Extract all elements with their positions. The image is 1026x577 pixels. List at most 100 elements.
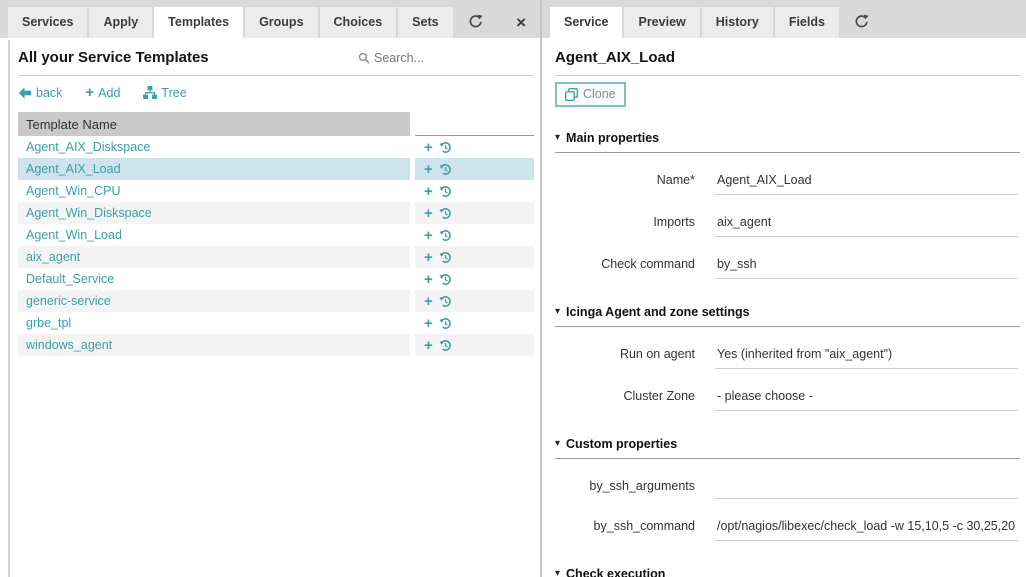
template-link[interactable]: Agent_AIX_Load <box>26 162 121 176</box>
history-icon[interactable] <box>439 251 452 264</box>
add-service-icon[interactable]: + <box>424 272 433 287</box>
table-body: Agent_AIX_Diskspace+Agent_AIX_Load+Agent… <box>18 136 534 356</box>
add-service-icon[interactable]: + <box>424 228 433 243</box>
template-link[interactable]: generic-service <box>26 294 111 308</box>
template-link[interactable]: aix_agent <box>26 250 80 264</box>
name-label: Name* <box>555 167 695 195</box>
add-service-icon[interactable]: + <box>424 250 433 265</box>
history-icon[interactable] <box>439 185 452 198</box>
table-row[interactable]: windows_agent + <box>18 334 534 356</box>
row-actions-cell: + <box>415 136 534 158</box>
row-actions-cell: + <box>415 246 534 268</box>
column-header-template-name[interactable]: Template Name <box>18 112 410 136</box>
history-icon[interactable] <box>439 229 452 242</box>
section-agent-zone-settings: ▾ Icinga Agent and zone settings Run on … <box>555 305 1020 411</box>
icinga-director-app: Services Apply Templates Groups Choices … <box>0 0 1026 577</box>
history-icon[interactable] <box>439 295 452 308</box>
search-input[interactable] <box>374 51 456 65</box>
history-icon[interactable] <box>439 141 452 154</box>
cluster-zone-field[interactable]: - please choose - <box>715 383 1018 411</box>
template-link[interactable]: windows_agent <box>26 338 112 352</box>
by-ssh-arguments-field[interactable] <box>715 473 1018 499</box>
add-service-icon[interactable]: + <box>424 338 433 353</box>
template-name-cell: grbe_tpl <box>18 312 410 334</box>
refresh-icon[interactable] <box>854 14 869 29</box>
run-on-agent-field[interactable]: Yes (inherited from "aix_agent") <box>715 341 1018 369</box>
clone-button-label: Clone <box>583 87 616 101</box>
row-actions-cell: + <box>415 224 534 246</box>
table-row[interactable]: Agent_Win_Load + <box>18 224 534 246</box>
column-header-actions <box>415 112 534 136</box>
left-panel-content: All your Service Templates <box>0 38 540 356</box>
by-ssh-command-field[interactable]: /opt/nagios/libexec/check_load -w 15,10,… <box>715 513 1018 541</box>
history-icon[interactable] <box>439 339 452 352</box>
template-link[interactable]: Agent_Win_Load <box>26 228 122 242</box>
check-command-field[interactable]: by_ssh <box>715 251 1018 279</box>
check-command-label: Check command <box>555 251 695 279</box>
table-row[interactable]: Agent_AIX_Load + <box>18 158 534 180</box>
table-row[interactable]: grbe_tpl + <box>18 312 534 334</box>
tab-services[interactable]: Services <box>8 7 87 39</box>
template-title: Agent_AIX_Load <box>555 49 675 66</box>
by-ssh-arguments-label: by_ssh_arguments <box>555 473 695 499</box>
add-service-icon[interactable]: + <box>424 184 433 199</box>
template-link[interactable]: Agent_Win_Diskspace <box>26 206 152 220</box>
template-name-cell: Agent_AIX_Diskspace <box>18 136 410 158</box>
tab-choices[interactable]: Choices <box>320 7 397 39</box>
tree-icon <box>143 86 157 99</box>
collapse-caret-icon: ▾ <box>555 439 560 449</box>
tab-groups[interactable]: Groups <box>245 7 317 39</box>
table-row[interactable]: generic-service + <box>18 290 534 312</box>
add-link[interactable]: + Add <box>85 85 120 100</box>
add-service-icon[interactable]: + <box>424 140 433 155</box>
section-header-agent-zone-settings[interactable]: ▾ Icinga Agent and zone settings <box>555 305 1020 327</box>
template-link[interactable]: Agent_Win_CPU <box>26 184 121 198</box>
history-icon[interactable] <box>439 163 452 176</box>
tab-preview[interactable]: Preview <box>624 7 699 39</box>
close-icon[interactable]: × <box>516 14 526 31</box>
template-link[interactable]: Agent_AIX_Diskspace <box>26 140 150 154</box>
tab-apply[interactable]: Apply <box>89 7 152 39</box>
name-field[interactable]: Agent_AIX_Load <box>715 167 1018 195</box>
tab-service[interactable]: Service <box>550 7 622 42</box>
search-icon <box>358 52 370 64</box>
add-service-icon[interactable]: + <box>424 206 433 221</box>
tab-sets[interactable]: Sets <box>398 7 452 39</box>
tab-templates[interactable]: Templates <box>154 7 243 42</box>
back-arrow-icon <box>18 87 32 99</box>
left-toolbar: back + Add Tree <box>18 76 534 110</box>
section-header-custom-properties[interactable]: ▾ Custom properties <box>555 437 1020 459</box>
add-service-icon[interactable]: + <box>424 294 433 309</box>
add-service-icon[interactable]: + <box>424 316 433 331</box>
table-row[interactable]: Agent_Win_CPU + <box>18 180 534 202</box>
table-row[interactable]: Agent_Win_Diskspace + <box>18 202 534 224</box>
section-header-check-execution[interactable]: ▾ Check execution <box>555 567 1020 577</box>
section-header-main-properties[interactable]: ▾ Main properties <box>555 131 1020 153</box>
template-link[interactable]: grbe_tpl <box>26 316 71 330</box>
refresh-icon[interactable] <box>468 14 483 29</box>
history-icon[interactable] <box>439 317 452 330</box>
row-actions-cell: + <box>415 268 534 290</box>
section-custom-properties: ▾ Custom properties by_ssh_arguments by_… <box>555 437 1020 541</box>
table-row[interactable]: Default_Service + <box>18 268 534 290</box>
tab-history[interactable]: History <box>702 7 773 39</box>
section-main-properties: ▾ Main properties Name* Agent_AIX_Load I… <box>555 131 1020 279</box>
run-on-agent-label: Run on agent <box>555 341 695 369</box>
tree-link[interactable]: Tree <box>143 86 186 100</box>
clone-button[interactable]: Clone <box>555 82 626 107</box>
plus-icon: + <box>85 85 94 100</box>
tab-fields[interactable]: Fields <box>775 7 839 39</box>
by-ssh-command-label: by_ssh_command <box>555 513 695 541</box>
template-name-cell: Agent_Win_Diskspace <box>18 202 410 224</box>
template-name-cell: aix_agent <box>18 246 410 268</box>
table-row[interactable]: aix_agent + <box>18 246 534 268</box>
history-icon[interactable] <box>439 207 452 220</box>
imports-field[interactable]: aix_agent <box>715 209 1018 237</box>
template-link[interactable]: Default_Service <box>26 272 114 286</box>
table-row[interactable]: Agent_AIX_Diskspace + <box>18 136 534 158</box>
row-actions-cell: + <box>415 158 534 180</box>
field-row: Imports aix_agent <box>555 209 1020 237</box>
history-icon[interactable] <box>439 273 452 286</box>
add-service-icon[interactable]: + <box>424 162 433 177</box>
back-link[interactable]: back <box>18 86 62 100</box>
